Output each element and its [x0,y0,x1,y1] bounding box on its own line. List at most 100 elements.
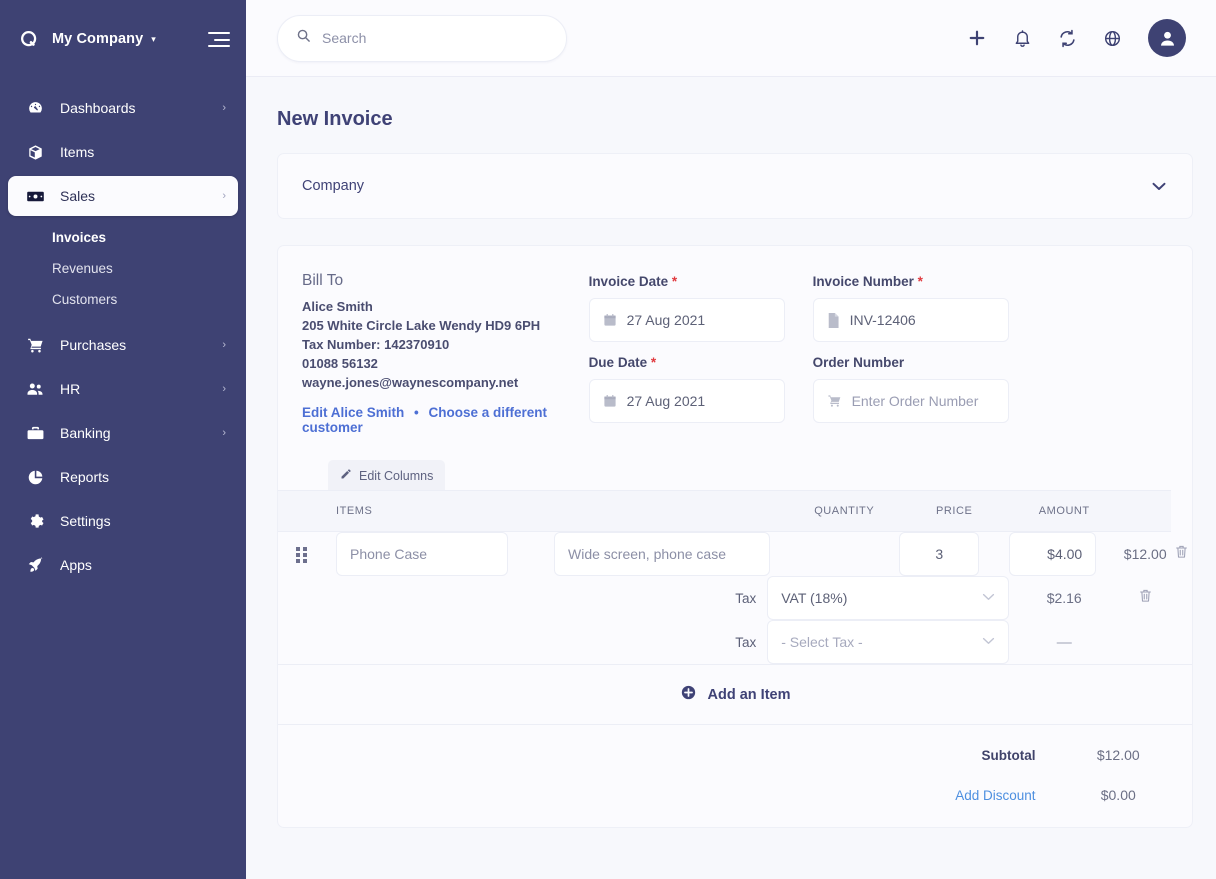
company-name: My Company [52,31,144,47]
field-label: Due Date * [588,355,657,370]
tax-cell: Tax - Select Tax - [324,620,1010,664]
sidebar-item-apps[interactable]: Apps [8,545,238,585]
sidebar-item-reports[interactable]: Reports [8,457,238,497]
sales-submenu: Invoices Revenues Customers [0,220,246,321]
company-section-toggle[interactable]: Company [278,154,1192,218]
chevron-right-icon: › [222,102,226,114]
field-label: Invoice Number * [812,274,923,289]
document-icon [827,312,840,328]
plus-icon[interactable] [967,28,987,48]
row-delete-cell [1119,576,1171,620]
invoice-header: Bill To Alice Smith 205 White Circle Lak… [278,246,1192,448]
chevron-right-icon: › [222,339,226,351]
shopping-cart-icon [24,337,46,354]
table-row: Tax VAT (18%) $2.16 [278,576,1192,620]
sidebar-item-items[interactable]: Items [8,132,238,172]
sidebar-item-sales[interactable]: Sales › [8,176,238,216]
item-quantity-input[interactable]: 3 [899,532,980,576]
chevron-right-icon: › [222,190,226,202]
due-date-value: 27 Aug 2021 [626,393,706,409]
field-label: Invoice Date * [588,274,678,289]
trash-icon[interactable] [1174,543,1189,560]
edit-columns-wrap: Edit Columns [278,460,1192,490]
plus-circle-icon [680,684,697,705]
chevron-right-icon: › [222,427,226,439]
customer-email: wayne.jones@waynescompany.net [302,375,519,390]
required-marker: * [917,274,923,289]
discount-value: $0.00 [1100,787,1136,803]
sidebar-item-label: Items [60,144,95,160]
sidebar-item-purchases[interactable]: Purchases › [8,325,238,365]
sidebar-subitem-customers[interactable]: Customers [0,284,246,315]
table-row: Tax - Select Tax - — [278,620,1192,664]
pencil-icon [340,468,352,483]
drag-handle-icon[interactable] [295,546,307,563]
field-due-date: Due Date * 27 Aug 2021 [588,355,785,423]
customer-name: Alice Smith [302,299,373,314]
field-label: Order Number [812,355,905,370]
sidebar-subitem-revenues[interactable]: Revenues [0,253,246,284]
totals-row-subtotal: Subtotal $12.00 [278,747,1192,763]
hamburger-icon[interactable] [208,31,230,47]
invoice-number-input[interactable]: INV-12406 [812,298,1009,342]
add-discount-link[interactable]: Add Discount [278,788,1070,803]
rocket-icon [24,556,46,574]
chevron-right-icon: › [222,383,226,395]
sidebar-item-label: Sales [60,188,96,204]
item-name-input[interactable]: Phone Case [336,532,508,576]
due-date-input[interactable]: 27 Aug 2021 [588,379,785,423]
sidebar-item-label: HR [60,381,81,397]
sidebar-brand[interactable]: My Company ▾ [0,0,246,78]
column-delete [1119,490,1172,532]
tax-select-value: - Select Tax - [781,634,863,650]
bell-icon[interactable] [1013,29,1032,48]
edit-customer-link[interactable]: Edit Alice Smith [302,405,404,420]
tax-cell: Tax VAT (18%) [324,576,1010,620]
sidebar-item-settings[interactable]: Settings [8,501,238,541]
search-placeholder: Search [322,30,367,46]
user-avatar[interactable] [1148,19,1186,57]
trash-icon[interactable] [1138,587,1153,604]
sidebar-item-banking[interactable]: Banking › [8,413,238,453]
item-description-input[interactable]: Wide screen, phone case [554,532,770,576]
tax-amount-value: $2.16 [1046,590,1082,606]
spacer-cell [278,576,324,620]
column-price: PRICE [899,490,1010,532]
tax-select[interactable]: VAT (18%) [767,576,1010,620]
customer-address: 205 White Circle Lake Wendy HD9 6PH [302,318,541,333]
tax-select[interactable]: - Select Tax - [767,620,1010,664]
company-section-label: Company [302,178,365,194]
order-number-input[interactable]: Enter Order Number [812,379,1009,423]
refresh-icon[interactable] [1058,29,1077,48]
help-circle-icon[interactable] [1103,29,1122,48]
required-marker: * [650,355,657,370]
invoice-date-value: 27 Aug 2021 [626,312,706,328]
gear-icon [24,513,46,530]
search-input[interactable]: Search [277,14,567,62]
customer-tax-number: Tax Number: 142370910 [302,337,450,352]
company-panel: Company [277,153,1193,219]
edit-columns-button[interactable]: Edit Columns [328,460,446,490]
item-price-input[interactable]: $4.00 [1009,532,1097,576]
field-invoice-date: Invoice Date * 27 Aug 2021 [588,274,785,342]
dashboard-gauge-icon [24,100,46,117]
invoice-number-value: INV-12406 [849,312,916,328]
column-handle [278,490,324,532]
add-item-button[interactable]: Add an Item [278,664,1192,724]
calendar-icon [603,394,617,408]
add-item-label: Add an Item [707,686,791,703]
subtotal-label: Subtotal [981,747,1036,763]
sidebar-item-dashboards[interactable]: Dashboards › [8,88,238,128]
column-items: ITEMS [324,490,790,532]
sidebar-subitem-invoices[interactable]: Invoices [0,222,246,253]
chevron-down-icon[interactable]: ▾ [151,34,156,44]
totals-row-discount: Add Discount $0.00 [278,787,1192,803]
sidebar-item-label: Purchases [60,337,127,353]
page-content: New Invoice Company Bill To Alice Smith … [246,108,1216,828]
sidebar-item-hr[interactable]: HR › [8,369,238,409]
edit-columns-label: Edit Columns [359,468,434,483]
bill-to-links: Edit Alice Smith • Choose a different cu… [302,405,589,435]
search-icon [296,28,311,48]
invoice-date-input[interactable]: 27 Aug 2021 [588,298,785,342]
tax-select-value: VAT (18%) [781,590,848,606]
